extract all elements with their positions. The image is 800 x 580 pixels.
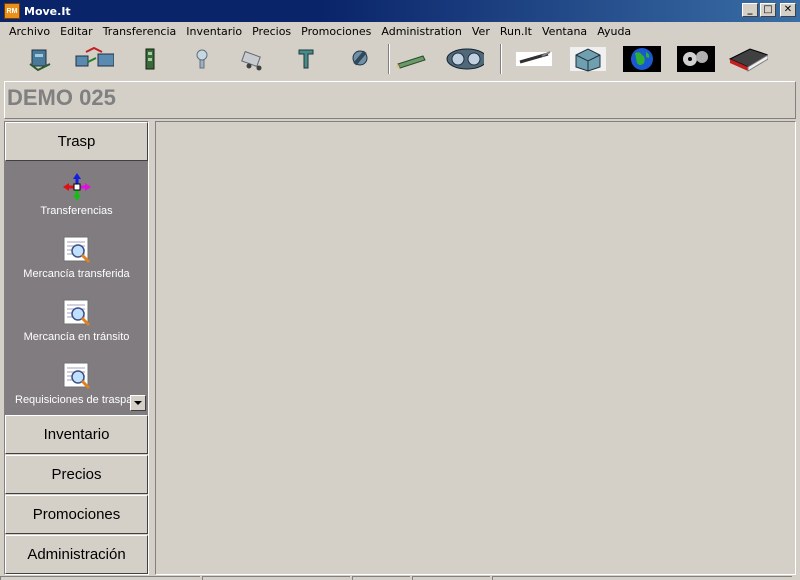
main-workspace[interactable] — [155, 121, 796, 575]
menu-bar: Archivo Editar Transferencia Inventario … — [0, 22, 800, 40]
toolbar-cd-button[interactable] — [444, 44, 484, 74]
menu-inventario[interactable]: Inventario — [181, 25, 247, 38]
transfer-tool-icon — [29, 49, 51, 72]
menu-editar[interactable]: Editar — [55, 25, 98, 38]
toolbar-globe-button[interactable] — [622, 44, 662, 74]
pane-item-label: Transferencias — [40, 205, 113, 217]
store-tool-icon — [298, 49, 314, 69]
status-cell — [0, 576, 200, 580]
menu-ayuda[interactable]: Ayuda — [592, 25, 636, 38]
pane-item-requisiciones[interactable]: Requisiciones de traspaso — [5, 360, 148, 406]
toolbar-brush-button[interactable] — [514, 44, 554, 74]
maximize-button[interactable]: □ — [760, 3, 776, 17]
navigation-panel: Trasp Transferencias Mercancía transferi… — [4, 121, 149, 575]
toolbar-book-button[interactable] — [728, 44, 768, 74]
toolbar-store-button[interactable] — [286, 44, 326, 74]
globe-icon — [623, 46, 661, 72]
status-cell — [352, 576, 410, 580]
cube-tool-icon — [570, 47, 606, 72]
inventory-tool-icon — [145, 48, 155, 70]
parts-tool-icon — [677, 46, 715, 72]
cd-tool-icon — [446, 48, 484, 70]
toolbar-separator — [388, 44, 390, 74]
page-title: DEMO 025 — [7, 85, 116, 110]
menu-administration[interactable]: Administration — [376, 25, 467, 38]
toolbar-shipment-button[interactable] — [74, 44, 114, 74]
nav-group-precios[interactable]: Precios — [5, 455, 148, 494]
menu-ventana[interactable]: Ventana — [537, 25, 592, 38]
trasp-pane: Transferencias Mercancía transferida Mer… — [5, 161, 148, 415]
toolbar-parts-button[interactable] — [676, 44, 716, 74]
status-cell — [412, 576, 490, 580]
report-search-icon — [61, 297, 93, 329]
menu-precios[interactable]: Precios — [247, 25, 296, 38]
header-bar: DEMO 025 — [4, 81, 796, 119]
nav-group-inventario[interactable]: Inventario — [5, 415, 148, 454]
window-title: Move.It — [24, 4, 71, 18]
scroll-down-button[interactable] — [130, 395, 146, 411]
title-bar[interactable]: RM Move.It _ □ ✕ — [0, 0, 800, 22]
pencil-tool-icon — [396, 55, 426, 69]
minimize-button[interactable]: _ — [742, 3, 758, 17]
toolbar-tools-button[interactable] — [340, 44, 380, 74]
nav-group-trasp[interactable]: Trasp — [5, 122, 148, 161]
book-icon — [728, 48, 768, 72]
pane-item-transferencias[interactable]: Transferencias — [5, 171, 148, 217]
truck-tool-icon — [241, 50, 262, 71]
toolbar-transfer-button[interactable] — [20, 44, 60, 74]
pane-item-mercancia-transferida[interactable]: Mercancía transferida — [5, 234, 148, 280]
menu-promociones[interactable]: Promociones — [296, 25, 376, 38]
pane-item-mercancia-en-transito[interactable]: Mercancía en tránsito — [5, 297, 148, 343]
toolbar-pencil-button[interactable] — [392, 44, 432, 74]
pane-item-label: Mercancía transferida — [23, 268, 130, 280]
menu-ver[interactable]: Ver — [467, 25, 495, 38]
menu-archivo[interactable]: Archivo — [4, 25, 55, 38]
toolbar-pricing-button[interactable] — [182, 44, 222, 74]
toolbar — [0, 40, 800, 78]
status-cell — [202, 576, 350, 580]
nav-group-administracion[interactable]: Administración — [5, 535, 148, 574]
toolbar-truck-button[interactable] — [234, 44, 274, 74]
app-icon: RM — [4, 3, 20, 19]
shipment-tool-icon — [75, 46, 114, 67]
window-controls: _ □ ✕ — [742, 3, 796, 17]
brush-tool-icon — [516, 51, 552, 66]
status-bar — [0, 576, 800, 580]
nav-group-promociones[interactable]: Promociones — [5, 495, 148, 534]
menu-transferencia[interactable]: Transferencia — [98, 25, 182, 38]
report-search-icon — [61, 360, 93, 392]
menu-run-it[interactable]: Run.It — [495, 25, 537, 38]
toolbar-cube-button[interactable] — [568, 44, 608, 74]
pane-item-label: Requisiciones de traspaso — [15, 394, 145, 406]
tools-icon — [352, 50, 368, 66]
report-search-icon — [61, 234, 93, 266]
close-button[interactable]: ✕ — [780, 3, 796, 17]
pane-item-label: Mercancía en tránsito — [23, 331, 130, 343]
pricing-tool-icon — [196, 49, 208, 69]
toolbar-separator — [500, 44, 502, 74]
move-arrows-icon — [61, 171, 93, 203]
status-cell — [492, 576, 792, 580]
toolbar-inventory-button[interactable] — [130, 44, 170, 74]
